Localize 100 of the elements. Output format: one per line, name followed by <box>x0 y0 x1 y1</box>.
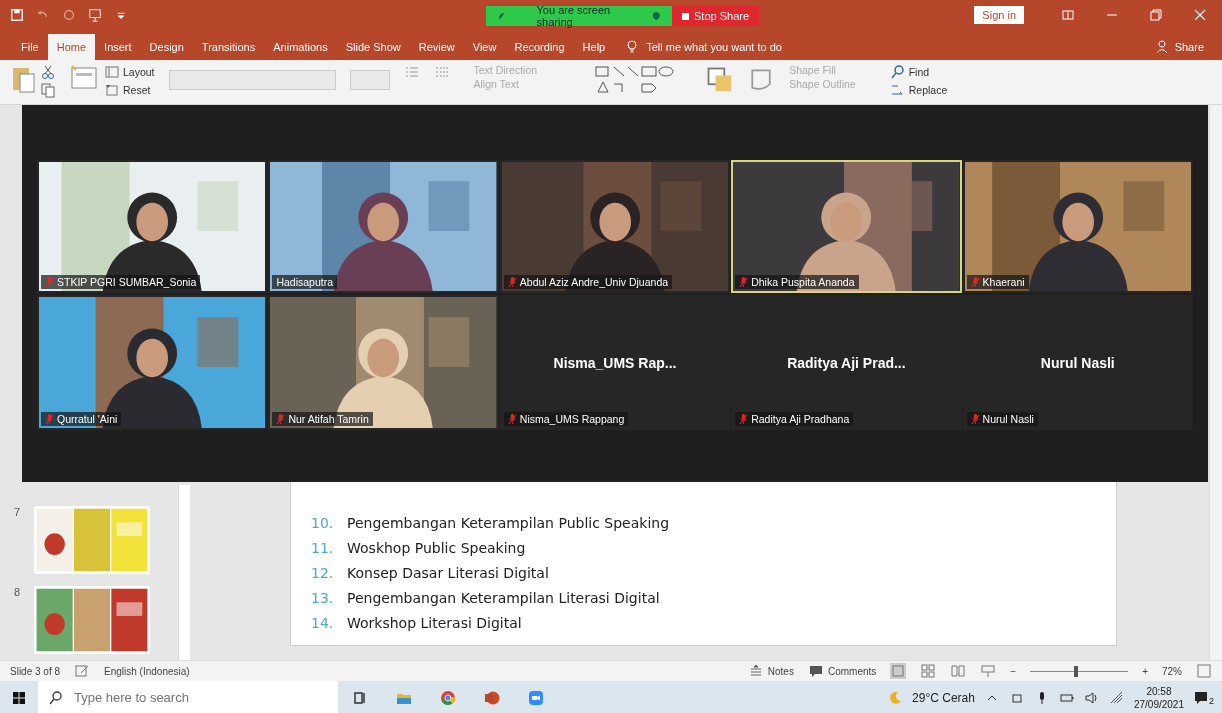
slide-sorter-icon[interactable] <box>920 663 937 679</box>
participant-name: Nurul Nasli <box>1040 354 1115 371</box>
ribbon-display-icon[interactable] <box>1060 7 1076 23</box>
video-tile[interactable]: Qurratul 'Aini <box>37 295 268 430</box>
ribbon-tab[interactable]: Slide Show <box>336 34 410 60</box>
muted-microphone-icon <box>45 276 54 288</box>
windows-icon[interactable] <box>11 689 27 706</box>
search-input[interactable]: Type here to search <box>72 689 316 706</box>
muted-microphone-icon <box>739 276 749 288</box>
layout-button[interactable]: Layout <box>104 64 155 80</box>
close-icon[interactable] <box>1192 7 1208 23</box>
slide-number: 7 <box>14 506 21 518</box>
clock-time[interactable]: 20:58 <box>1146 684 1172 698</box>
task-view-icon[interactable] <box>352 689 368 706</box>
list-number: 14. <box>311 615 333 631</box>
participant-label: Nurul Nasli <box>982 413 1034 425</box>
scrollbar[interactable] <box>1209 105 1222 660</box>
muted-microphone-icon <box>970 276 980 288</box>
video-tile[interactable]: STKIP PGRI SUMBAR_Sonia <box>37 160 268 293</box>
chrome-icon[interactable] <box>440 689 456 706</box>
participant-label: Hadisaputra <box>276 276 333 288</box>
powerpoint-icon[interactable] <box>484 689 500 706</box>
taskbar-search-field[interactable]: Type here to search <box>38 681 338 713</box>
ribbon-tab[interactable]: Review <box>409 34 464 60</box>
video-tile[interactable]: Abdul Aziz Andre_Univ Djuanda <box>499 160 731 293</box>
sign-in-button[interactable]: Sign in <box>974 6 1024 24</box>
cut-icon[interactable] <box>40 64 56 80</box>
shield-icon <box>651 9 662 23</box>
list-item: Workshop Literasi Digital <box>347 615 522 631</box>
search-icon <box>889 64 906 80</box>
muted-microphone-icon <box>507 413 517 425</box>
ribbon-tab[interactable]: View <box>463 34 506 60</box>
clock-date[interactable]: 27/09/2021 <box>1133 697 1184 711</box>
video-tile[interactable]: Hadisaputra <box>268 160 499 293</box>
list-item: Pengembangan Keterampilan Literasi Digital <box>347 590 660 606</box>
stop-share-button[interactable]: Stop Share <box>672 6 760 26</box>
participant-name: Raditya Aji Prad... <box>787 354 906 371</box>
muted-microphone-icon <box>276 413 286 425</box>
reset-button[interactable]: Reset <box>104 82 155 98</box>
font-field[interactable] <box>168 70 336 90</box>
video-tile[interactable]: Nisma_UMS Rap... Nisma_UMS Rappang <box>499 295 731 430</box>
speaker-icon[interactable] <box>1083 689 1100 706</box>
speech-bubble-icon <box>807 663 824 679</box>
comments-button[interactable]: Comments <box>807 663 877 679</box>
zoom-out-button[interactable]: − <box>1010 665 1017 677</box>
ribbon-tab[interactable]: Help <box>573 34 615 60</box>
participant-label: STKIP PGRI SUMBAR_Sonia <box>57 276 197 288</box>
participant-name: Nisma_UMS Rap... <box>553 354 677 371</box>
list-number: 12. <box>311 565 333 581</box>
video-tile[interactable]: Dhika Puspita Ananda <box>731 160 962 293</box>
notification-center-button[interactable]: 2 <box>1193 689 1214 706</box>
list-item: Woskhop Public Speaking <box>347 540 526 556</box>
weather-text[interactable]: 29°C Cerah <box>912 690 975 705</box>
zoom-slider-thumb[interactable] <box>1074 665 1079 677</box>
replace-button[interactable]: Replace <box>889 82 948 98</box>
list-item: Pengembangan Keterampilan Public Speaking <box>347 515 670 531</box>
layout-icon <box>104 64 120 80</box>
list-number: 13. <box>311 590 333 606</box>
muted-microphone-icon <box>970 413 980 425</box>
ribbon-tab[interactable]: Insert <box>95 34 141 60</box>
slide-count: Slide 3 of 8 <box>10 665 61 677</box>
ribbon-tab[interactable]: Transitions <box>192 34 265 60</box>
reset-icon <box>104 82 120 98</box>
ribbon-tab[interactable]: Animations <box>264 34 337 60</box>
participant-label: Nisma_UMS Rappang <box>519 413 625 425</box>
ribbon-tab[interactable]: Design <box>140 34 193 60</box>
find-button[interactable]: Find <box>889 64 948 80</box>
notes-edit-icon[interactable] <box>74 663 91 679</box>
video-camera-icon[interactable] <box>528 689 544 706</box>
zoom-level[interactable]: 72% <box>1162 665 1182 677</box>
ribbon-tab[interactable]: File <box>12 34 48 60</box>
participant-label: Khaerani <box>982 276 1025 288</box>
video-tile[interactable]: Raditya Aji Prad... Raditya Aji Pradhana <box>731 295 962 430</box>
video-tile[interactable]: Khaerani <box>962 160 1193 293</box>
reading-view-icon[interactable] <box>950 663 967 679</box>
normal-view-icon[interactable] <box>890 663 907 679</box>
share-button[interactable]: Share <box>1148 34 1210 60</box>
video-tile[interactable]: Nurul Nasli Nurul Nasli <box>962 295 1193 430</box>
save-icon[interactable] <box>10 8 24 22</box>
participant-label: Qurratul 'Aini <box>57 413 118 425</box>
muted-microphone-icon <box>507 276 517 288</box>
ribbon-tab[interactable]: Recording <box>505 34 574 60</box>
slide-show-icon[interactable] <box>980 663 997 679</box>
ribbon-tab[interactable]: Home <box>47 34 96 60</box>
scrollbar[interactable] <box>178 485 190 660</box>
search-icon <box>48 689 64 706</box>
presentation-icon[interactable] <box>88 8 102 22</box>
tell-me-field[interactable]: Tell me what you want to do <box>646 41 782 53</box>
video-tile[interactable]: Nur Atifah Tamrin <box>268 295 499 430</box>
list-number: 10. <box>311 515 333 531</box>
participant-label: Raditya Aji Pradhana <box>751 413 850 425</box>
zoom-in-button[interactable]: + <box>1142 665 1148 677</box>
copy-icon[interactable] <box>40 82 56 98</box>
notes-button[interactable]: Notes <box>747 663 794 679</box>
language-label[interactable]: English (Indonesia) <box>104 665 190 677</box>
fit-slide-icon[interactable] <box>1196 663 1212 679</box>
list-number: 11. <box>311 540 333 556</box>
restore-icon[interactable] <box>1148 7 1164 23</box>
font-size-field[interactable] <box>349 70 390 90</box>
speech-bubble-icon <box>1193 689 1209 706</box>
